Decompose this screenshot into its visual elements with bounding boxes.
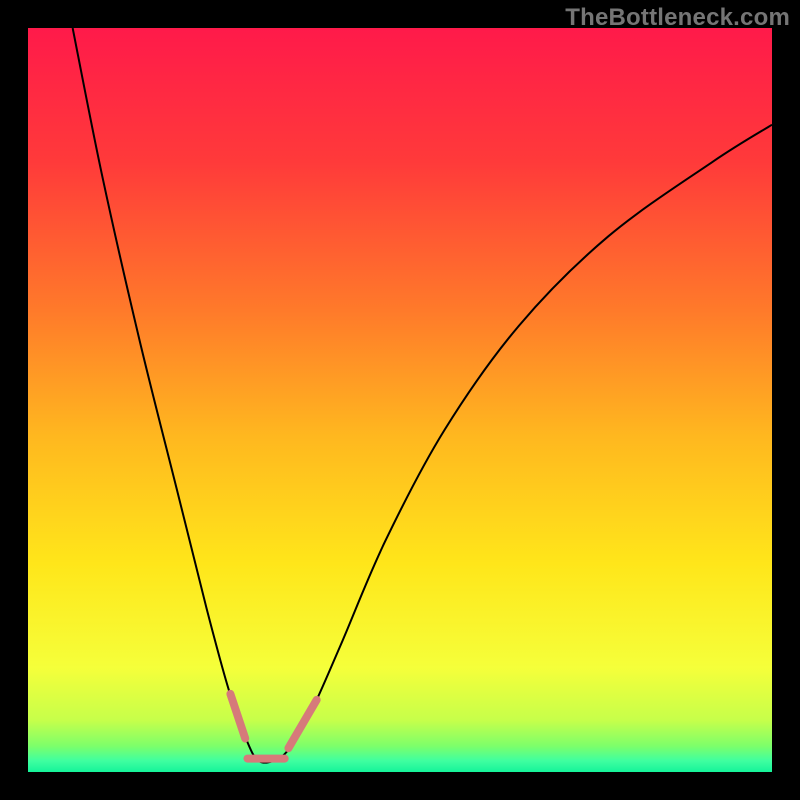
gradient-background bbox=[28, 28, 772, 772]
chart-frame: TheBottleneck.com bbox=[0, 0, 800, 800]
chart-svg bbox=[28, 28, 772, 772]
plot-area bbox=[28, 28, 772, 772]
watermark-label: TheBottleneck.com bbox=[565, 4, 790, 32]
